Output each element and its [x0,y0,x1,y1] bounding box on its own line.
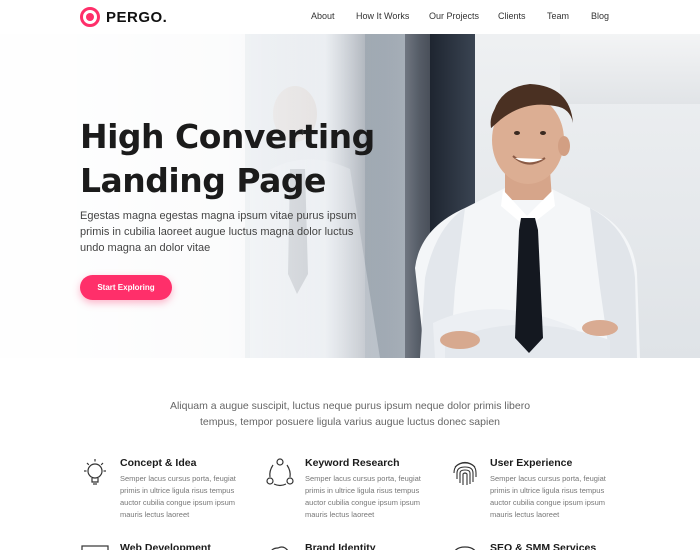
nav-team[interactable]: Team [547,11,569,21]
feature-title: Brand Identity [305,542,376,550]
feature-title: Web Development [120,542,211,550]
hero-title-line-1: High Converting [80,117,375,156]
nav-clients[interactable]: Clients [498,11,526,21]
network-icon [266,458,294,487]
cloud-icon [271,546,288,550]
hero-title: High Converting Landing Page [80,115,410,203]
main-nav: About How It Works Our Projects Clients … [0,11,700,25]
fingerprint-icon [453,461,477,485]
feature-title: SEO & SMM Services [490,542,597,550]
speedometer-icon [455,546,475,550]
nav-our-projects[interactable]: Our Projects [429,11,479,21]
hero-subtitle: Egestas magna egestas magna ipsum vitae … [80,210,357,254]
hero-title-line-2: Landing Page [80,161,326,200]
feature-title: User Experience [490,457,573,469]
nav-blog[interactable]: Blog [591,11,609,21]
intro-text: Aliquam a augue suscipit, luctus neque p… [169,400,531,428]
feature-title: Concept & Idea [120,457,197,469]
code-window-icon [81,545,109,550]
feature-text: Semper lacus cursus porta, feugiat primi… [490,474,606,519]
start-exploring-button[interactable]: Start Exploring [80,275,172,300]
feature-title: Keyword Research [305,457,400,469]
lightbulb-icon [84,459,106,485]
nav-about[interactable]: About [311,11,335,21]
site-header: PERGO. About How It Works Our Projects C… [0,0,700,34]
feature-text: Semper lacus cursus porta, feugiat primi… [305,474,421,519]
nav-how-it-works[interactable]: How It Works [356,11,409,21]
hero-person-image [415,84,640,358]
feature-text: Semper lacus cursus porta, feugiat primi… [120,474,236,519]
